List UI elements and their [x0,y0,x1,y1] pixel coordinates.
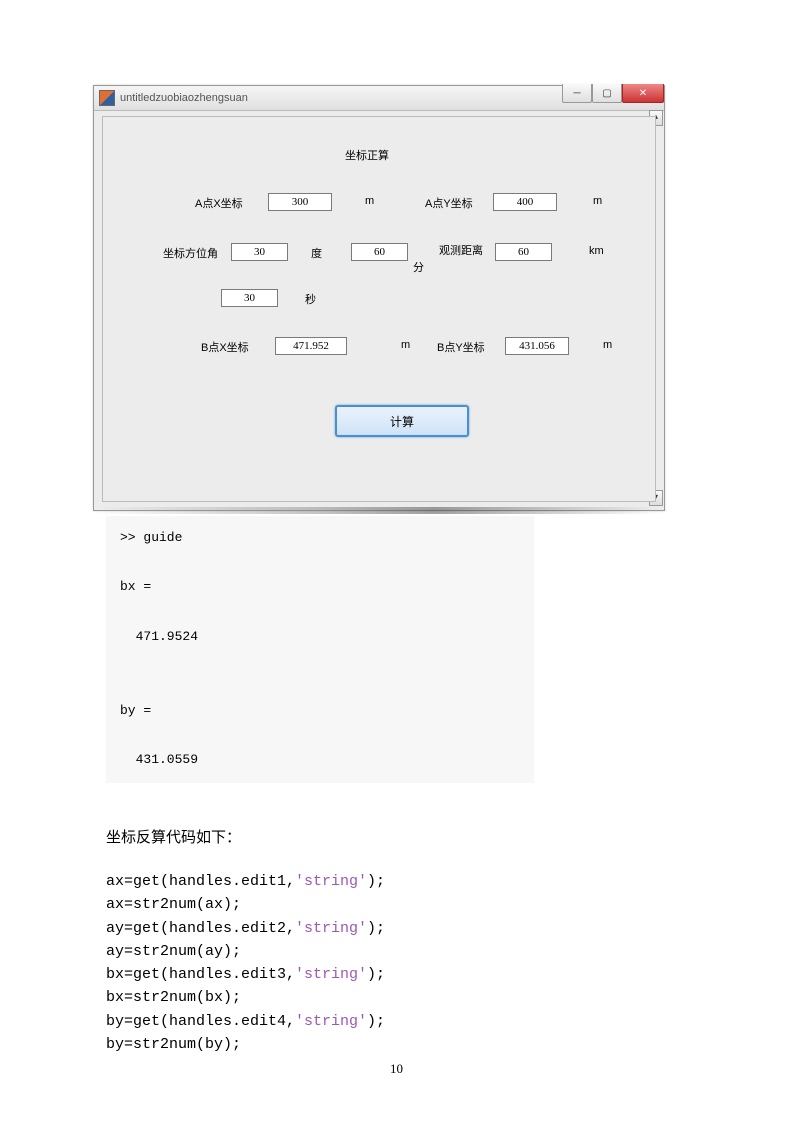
code-block: ax=get(handles.edit1,'string'); ax=str2n… [106,870,385,1056]
ax-input[interactable]: 300 [268,193,332,211]
azimuth-label: 坐标方位角 [163,245,218,261]
ay-unit: m [593,195,602,207]
second-input[interactable]: 30 [221,289,278,307]
bx-unit: m [401,339,410,351]
titlebar: untitledzuobiaozhengsuan ─ ▢ ✕ [94,86,664,111]
close-button[interactable]: ✕ [622,84,664,103]
code-heading: 坐标反算代码如下： [106,826,241,847]
command-window-output: >> guide bx = 471.9524 by = 431.0559 [106,516,534,783]
ax-unit: m [365,195,374,207]
by-unit: m [603,339,612,351]
minute-input[interactable]: 60 [351,243,408,261]
window-shadow [96,507,660,514]
second-label: 秒 [305,291,316,307]
matlab-figure-window: untitledzuobiaozhengsuan ─ ▢ ✕ ▴ ▾ 坐标正算 … [93,85,665,511]
by-output[interactable]: 431.056 [505,337,569,355]
minute-label: 分 [413,259,424,275]
distance-input[interactable]: 60 [495,243,552,261]
minimize-button[interactable]: ─ [562,84,592,103]
gui-panel: 坐标正算 A点X坐标 300 m A点Y坐标 400 m 坐标方位角 30 度 … [102,116,656,502]
distance-unit: km [589,245,604,257]
page-number: 10 [0,1061,793,1077]
matlab-icon [99,90,115,106]
by-label: B点Y坐标 [437,339,485,355]
ay-label: A点Y坐标 [425,195,473,211]
bx-output[interactable]: 471.952 [275,337,347,355]
distance-label: 观测距离 [439,242,483,258]
degree-label: 度 [311,245,322,261]
degree-input[interactable]: 30 [231,243,288,261]
bx-label: B点X坐标 [201,339,249,355]
heading-label: 坐标正算 [345,147,389,163]
calculate-button[interactable]: 计算 [335,405,469,437]
window-title: untitledzuobiaozhengsuan [120,92,248,104]
maximize-button[interactable]: ▢ [592,84,622,103]
ax-label: A点X坐标 [195,195,243,211]
ay-input[interactable]: 400 [493,193,557,211]
window-buttons: ─ ▢ ✕ [562,84,664,103]
